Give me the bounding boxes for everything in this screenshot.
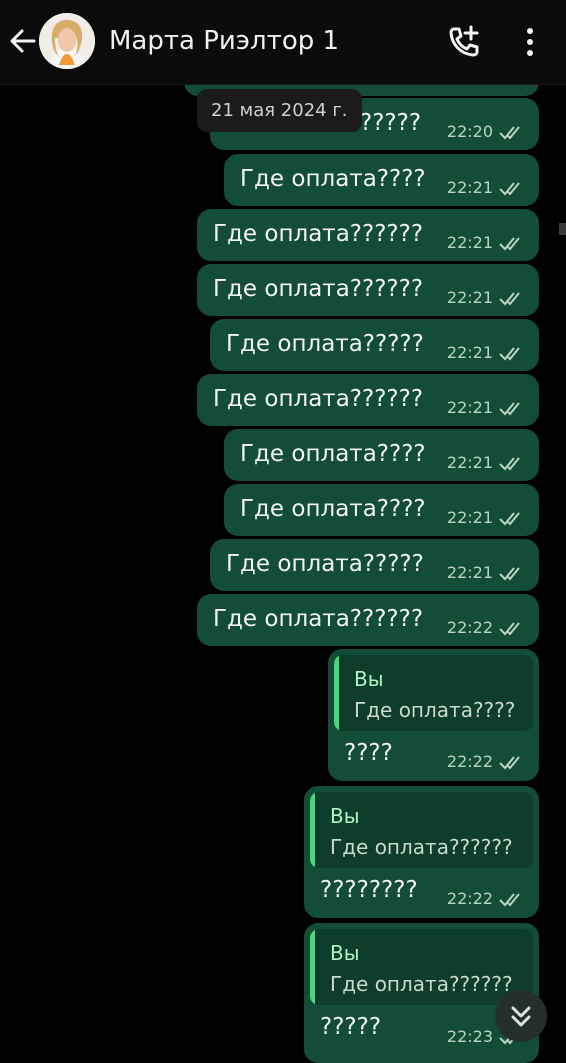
double-check-icon [499,756,520,770]
message-bubble[interactable]: Где оплата???? 22:21 [224,484,539,536]
contact-name[interactable]: Марта Риэлтор 1 [109,24,339,58]
date-separator: 21 мая 2024 г. [197,89,362,132]
message-time: 22:21 [446,563,493,582]
quote-accent-bar [310,792,315,868]
message-time: 22:21 [446,178,493,197]
message-time: 22:23 [446,1027,493,1046]
double-check-icon [499,402,520,416]
quote-text: Где оплата?????? [330,835,513,859]
scrollbar-thumb[interactable] [559,223,566,235]
call-add-icon[interactable] [446,24,482,60]
message-time: 22:21 [446,453,493,472]
message-text: Где оплата???? [240,496,426,522]
message-text: ???? [344,740,393,766]
message-text: Где оплата????? [226,331,424,357]
chat-header: Марта Риэлтор 1 [0,0,566,85]
scroll-to-bottom-button[interactable] [495,990,547,1042]
message-time: 22:22 [446,752,493,771]
quote-text: Где оплата???? [354,698,516,722]
message-time: 22:21 [446,233,493,252]
double-check-icon [499,622,520,636]
message-text: Где оплата?????? [213,606,424,632]
message-bubble[interactable]: Где оплата???? 22:21 [224,154,539,206]
message-time: 22:22 [446,618,493,637]
message-text: Где оплата???? [240,441,426,467]
message-time: 22:21 [446,288,493,307]
quote-accent-bar [310,929,315,1005]
more-vertical-icon[interactable] [518,24,542,60]
message-time: 22:22 [446,889,493,908]
message-time: 22:21 [446,343,493,362]
double-check-icon [499,126,520,140]
message-text: Где оплата???? [240,166,426,192]
contact-photo [39,13,95,69]
message-time: 22:20 [446,122,493,141]
message-bubble[interactable]: Где оплата????? 22:21 [210,539,539,591]
avatar[interactable] [39,13,95,69]
message-list[interactable]: ????? 22:20 21 мая 2024 г. Где оплата???… [0,0,566,1063]
quoted-message[interactable]: Вы Где оплата?????? [310,792,533,868]
message-text: Где оплата?????? [213,276,424,302]
message-time: 22:21 [446,398,493,417]
message-text: Где оплата????? [226,551,424,577]
message-text: ????? [320,1014,382,1040]
double-check-icon [499,347,520,361]
reply-message-bubble[interactable]: Вы Где оплата???? ???? 22:22 [328,649,539,781]
double-check-icon [499,512,520,526]
double-check-icon [499,457,520,471]
message-time: 22:21 [446,508,493,527]
message-bubble[interactable]: Где оплата?????? 22:21 [197,264,539,316]
quoted-message[interactable]: Вы Где оплата???? [334,655,533,731]
message-bubble[interactable]: Где оплата?????? 22:21 [197,209,539,261]
message-bubble[interactable]: Где оплата???? 22:21 [224,429,539,481]
quote-accent-bar [334,655,339,731]
double-check-icon [499,292,520,306]
message-text: ???????? [320,877,418,903]
message-text: Где оплата?????? [213,221,424,247]
double-check-icon [499,893,520,907]
message-text: ????? [360,110,422,136]
quote-text: Где оплата?????? [330,972,513,996]
quote-author: Вы [354,667,384,691]
message-text: Где оплата?????? [213,386,424,412]
double-check-icon [499,237,520,251]
quote-author: Вы [330,804,360,828]
message-bubble[interactable]: Где оплата?????? 22:22 [197,594,539,646]
double-check-icon [499,182,520,196]
double-check-icon [499,567,520,581]
message-bubble[interactable]: Где оплата????? 22:21 [210,319,539,371]
message-bubble[interactable]: Где оплата?????? 22:21 [197,374,539,426]
reply-message-bubble[interactable]: Вы Где оплата?????? ???????? 22:22 [304,786,539,918]
double-chevron-down-icon [511,1006,531,1027]
quote-author: Вы [330,941,360,965]
arrow-left-icon[interactable] [8,24,38,58]
